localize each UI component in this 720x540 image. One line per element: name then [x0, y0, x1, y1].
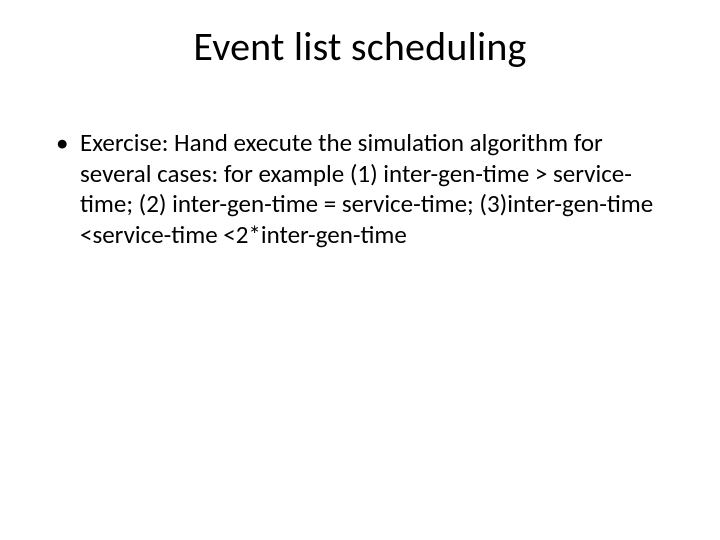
slide: Event list scheduling Exercise: Hand exe… — [0, 0, 720, 540]
list-item: Exercise: Hand execute the simulation al… — [54, 128, 666, 250]
slide-body: Exercise: Hand execute the simulation al… — [54, 128, 666, 250]
bullet-list: Exercise: Hand execute the simulation al… — [54, 128, 666, 250]
slide-title: Event list scheduling — [0, 22, 720, 71]
